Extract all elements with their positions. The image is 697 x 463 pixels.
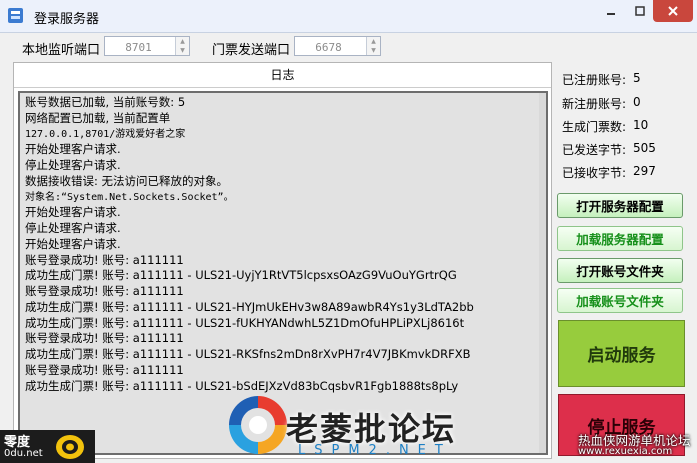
watermark-logo-icon [229, 396, 287, 454]
stat-registered: 已注册账号: 5 [562, 71, 641, 88]
stat-label: 生成门票数: [562, 120, 627, 134]
ticket-port-down-icon[interactable]: ▼ [367, 46, 380, 55]
log-line: 127.0.0.1,8701/游戏爱好者之家 [25, 128, 186, 140]
log-line: 网络配置已加载, 当前配置单 [25, 110, 171, 125]
watermark-subtitle: LSPM2.NET [298, 443, 452, 458]
server-app-icon [8, 8, 23, 23]
log-header: 日志 [14, 63, 551, 88]
log-line: 停止处理客户请求. [25, 221, 121, 235]
ticket-port-up-icon[interactable]: ▲ [367, 37, 380, 46]
stat-bytes-sent: 已发送字节: 505 [562, 141, 656, 158]
log-line: 账号登录成功! 账号: a111111 [25, 284, 184, 298]
log-line: 停止处理客户请求. [25, 158, 121, 172]
stat-value: 0 [633, 95, 641, 109]
stat-new-registered: 新注册账号: 0 [562, 95, 641, 112]
watermark-badge-icon [56, 435, 84, 459]
log-line: 开始处理客户请求. [25, 236, 121, 251]
ticket-port-stepper[interactable]: ▲ ▼ [294, 36, 381, 56]
load-server-config-button[interactable]: 加载服务器配置 [557, 226, 683, 251]
listen-port-up-icon[interactable]: ▲ [176, 37, 189, 46]
log-line: 账号数据已加载, 当前账号数: 5 [25, 95, 186, 109]
stat-value: 5 [633, 71, 641, 85]
log-line: 账号登录成功! 账号: a111111 [25, 252, 184, 267]
stat-value: 297 [633, 164, 656, 178]
window-title: 登录服务器 [34, 12, 100, 27]
log-line: 成功生成门票! 账号: a111111 - ULS21-fUKHYANdwhL5… [25, 315, 465, 330]
minimize-button[interactable] [597, 0, 624, 22]
stat-label: 新注册账号: [562, 97, 627, 111]
log-line: 账号登录成功! 账号: a111111 [25, 331, 184, 346]
log-line: 成功生成门票! 账号: a111111 - ULS21-RKSfns2mDn8r… [25, 347, 471, 361]
log-line: 成功生成门票! 账号: a111111 - ULS21-UyjY1RtVT5lc… [25, 268, 457, 283]
stat-bytes-received: 已接收字节: 297 [562, 164, 656, 181]
open-server-config-button[interactable]: 打开服务器配置 [557, 193, 683, 218]
minimize-icon [606, 13, 615, 15]
stat-value: 10 [633, 118, 649, 132]
start-service-button[interactable]: 启动服务 [558, 320, 685, 387]
listen-port-input[interactable] [109, 38, 168, 56]
watermark-badge: 零度 0du.net [0, 430, 95, 463]
ticket-port-label: 门票发送端口 [212, 43, 291, 58]
listen-port-label: 本地监听端口 [22, 43, 101, 58]
title-bar: 登录服务器 [0, 0, 697, 33]
load-account-file-button[interactable]: 加载账号文件夹 [557, 288, 683, 313]
stat-label: 已注册账号: [562, 73, 627, 87]
close-button[interactable] [653, 0, 693, 22]
log-line: 开始处理客户请求. [25, 142, 121, 157]
listen-port-stepper[interactable]: ▲ ▼ [104, 36, 190, 56]
stat-label: 已接收字节: [562, 166, 627, 180]
log-line: 成功生成门票! 账号: a111111 - ULS21-HYJmUkEHv3w8… [25, 299, 474, 314]
log-lines: 账号数据已加载, 当前账号数: 5 网络配置已加载, 当前配置单 127.0.0.1… [25, 95, 474, 394]
watermark-badge-line2: 0du.net [4, 448, 43, 459]
listen-port-down-icon[interactable]: ▼ [176, 46, 189, 55]
log-scrollbar[interactable] [539, 93, 546, 453]
stat-label: 已发送字节: [562, 143, 627, 157]
log-line: 对象名:“System.Net.Sockets.Socket”。 [25, 191, 234, 203]
close-icon [668, 6, 678, 16]
log-line: 开始处理客户请求. [25, 205, 121, 220]
open-account-file-button[interactable]: 打开账号文件夹 [557, 258, 683, 283]
stat-tickets: 生成门票数: 10 [562, 118, 648, 135]
stat-value: 505 [633, 141, 656, 155]
maximize-icon [634, 6, 645, 16]
watermark-right-url: www.rexuexia.com [578, 446, 673, 457]
maximize-button[interactable] [626, 0, 653, 22]
ticket-port-input[interactable] [299, 38, 358, 56]
log-line: 数据接收错误: 无法访问已释放的对象。 [25, 173, 229, 188]
log-line: 账号登录成功! 账号: a111111 [25, 362, 184, 377]
